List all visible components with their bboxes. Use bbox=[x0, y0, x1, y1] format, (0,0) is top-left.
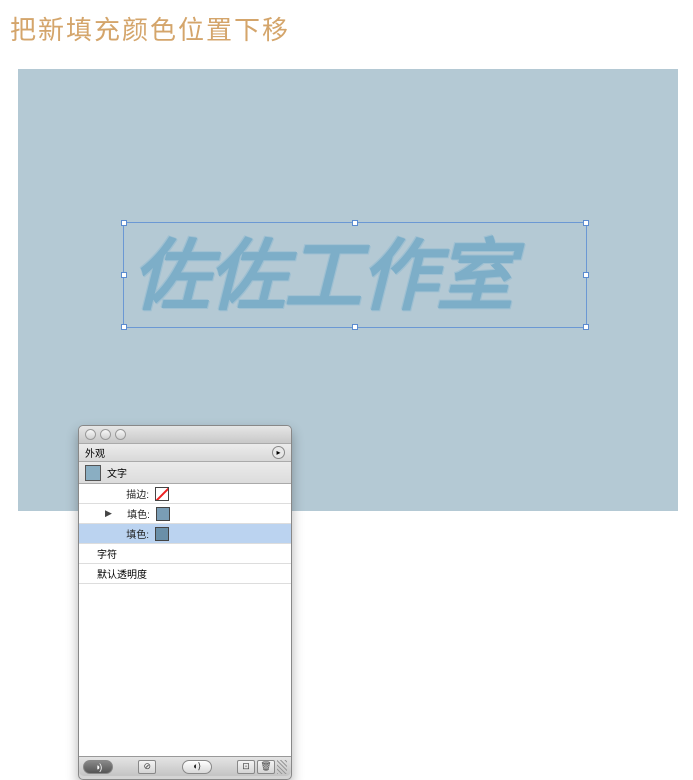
resize-grip-icon[interactable] bbox=[277, 760, 287, 774]
tab-appearance[interactable]: 外观 bbox=[85, 445, 105, 460]
none-swatch-icon[interactable] bbox=[155, 487, 169, 501]
fill-swatch-icon[interactable] bbox=[155, 527, 169, 541]
panel-tabs: 外观 ▸ bbox=[79, 444, 291, 462]
list-row-character[interactable]: 字符 bbox=[79, 544, 291, 564]
no-effect-icon[interactable]: ⊘ bbox=[138, 760, 156, 774]
list-row-fill-2[interactable]: 填色: bbox=[79, 524, 291, 544]
row-label: 填色: bbox=[119, 526, 149, 541]
handle-top-right[interactable] bbox=[583, 220, 589, 226]
handle-mid-right[interactable] bbox=[583, 272, 589, 278]
object-swatch-icon bbox=[85, 465, 101, 481]
row-label: 默认透明度 bbox=[97, 566, 147, 581]
list-row-fill-1[interactable]: ▶ 填色: bbox=[79, 504, 291, 524]
page-title: 把新填充颜色位置下移 bbox=[0, 0, 693, 51]
handle-bot-right[interactable] bbox=[583, 324, 589, 330]
window-control-close[interactable] bbox=[85, 429, 96, 440]
fill-swatch-icon[interactable] bbox=[156, 507, 170, 521]
window-control-min[interactable] bbox=[100, 429, 111, 440]
handle-bot-mid[interactable] bbox=[352, 324, 358, 330]
trash-icon[interactable]: 🗑 bbox=[257, 760, 275, 774]
handle-bot-left[interactable] bbox=[121, 324, 127, 330]
visibility-toggle-button[interactable]: ◑) bbox=[83, 760, 113, 774]
handle-top-left[interactable] bbox=[121, 220, 127, 226]
effect-cycle-button[interactable]: ◐⟩ bbox=[182, 760, 212, 774]
panel-footer: ◑) ⊘ ◐⟩ ⊡ 🗑 bbox=[79, 756, 291, 776]
panel-menu-icon[interactable]: ▸ bbox=[272, 446, 285, 459]
handle-mid-left[interactable] bbox=[121, 272, 127, 278]
expand-triangle-icon[interactable]: ▶ bbox=[105, 508, 112, 519]
row-label: 填色: bbox=[120, 506, 150, 521]
list-row-opacity[interactable]: 默认透明度 bbox=[79, 564, 291, 584]
text-selection-box[interactable]: 佐佐工作室 bbox=[123, 222, 587, 328]
appearance-list: 描边: ▶ 填色: 填色: 字符 默认透明度 bbox=[79, 484, 291, 756]
panel-titlebar[interactable] bbox=[79, 426, 291, 444]
new-item-icon[interactable]: ⊡ bbox=[237, 760, 255, 774]
row-label: 字符 bbox=[97, 546, 117, 561]
panel-object-header: 文字 bbox=[79, 462, 291, 484]
window-control-max[interactable] bbox=[115, 429, 126, 440]
object-type-label: 文字 bbox=[107, 465, 127, 480]
list-row-stroke[interactable]: 描边: bbox=[79, 484, 291, 504]
row-label: 描边: bbox=[119, 486, 149, 501]
appearance-panel: 外观 ▸ 文字 描边: ▶ 填色: 填色: 字符 默认透明度 bbox=[78, 425, 292, 780]
handle-top-mid[interactable] bbox=[352, 220, 358, 226]
artboard-text: 佐佐工作室 bbox=[124, 223, 586, 329]
